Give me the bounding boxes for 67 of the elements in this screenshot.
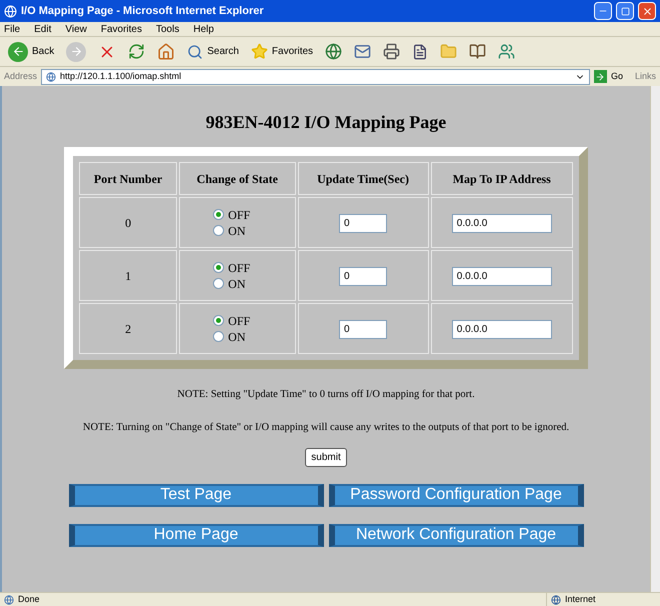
page-icon	[46, 72, 56, 82]
submit-button[interactable]: submit	[305, 448, 347, 466]
table-cell: 1	[79, 250, 178, 301]
scrollbar[interactable]	[650, 86, 660, 592]
page-icon	[4, 4, 17, 18]
refresh-icon[interactable]	[128, 43, 146, 60]
menu-item[interactable]: File	[4, 22, 20, 36]
ip-address-field[interactable]: 0.0.0.0	[452, 266, 552, 286]
note-text: NOTE: Turning on "Change of State" or I/O mapping will cause any writes to the outputs of that port to be ignored.	[82, 420, 570, 435]
menu-item[interactable]: View	[65, 22, 87, 36]
back-button[interactable]: Back	[8, 42, 54, 62]
page-icon	[4, 594, 14, 604]
address-label: Address	[4, 70, 38, 83]
search-icon	[187, 44, 204, 60]
edit-icon[interactable]	[412, 44, 428, 60]
column-header: Change of State	[179, 162, 296, 195]
radio-label: ON	[228, 328, 246, 346]
favorites-button[interactable]: Favorites	[250, 43, 314, 60]
radio-label: OFF	[228, 260, 250, 276]
radio-button[interactable]	[213, 225, 224, 236]
menu-item[interactable]: Favorites	[100, 22, 142, 36]
research-icon[interactable]	[469, 43, 486, 60]
radio-button[interactable]	[213, 315, 224, 326]
go-arrow-icon	[595, 72, 606, 82]
menu-item[interactable]: Edit	[34, 22, 52, 36]
window-title: I/O Mapping Page - Microsoft Internet Explorer	[21, 4, 265, 19]
forward-arrow-icon	[70, 45, 83, 58]
close-icon	[642, 6, 652, 16]
column-header: Map To IP Address	[430, 162, 573, 195]
note-text: NOTE: Setting "Update Time" to 0 turns off I/O mapping for that port.	[177, 388, 475, 402]
go-button[interactable]: Go	[594, 70, 623, 84]
table-cell: 2	[79, 303, 178, 354]
close-button[interactable]	[638, 2, 656, 20]
radio-label: OFF	[228, 312, 250, 330]
menu-item[interactable]: Help	[193, 22, 214, 36]
globe-icon	[551, 594, 561, 604]
radio-label: ON	[228, 222, 246, 240]
radio-button[interactable]	[213, 278, 224, 289]
radio-label: OFF	[228, 206, 250, 224]
status-text: Done	[18, 592, 41, 606]
update-time-field[interactable]: 0	[339, 266, 388, 286]
menu-item[interactable]: Tools	[156, 22, 180, 36]
ip-address-field[interactable]: 0.0.0.0	[452, 320, 552, 338]
back-arrow-icon	[12, 45, 24, 58]
minimize-button[interactable]	[594, 2, 612, 20]
radio-button[interactable]	[213, 209, 224, 220]
print-icon[interactable]	[383, 43, 400, 60]
search-button[interactable]: Search	[187, 44, 239, 60]
star-icon	[250, 43, 268, 60]
zone-indicator: Internet	[546, 592, 656, 606]
table-cell: 0	[79, 197, 178, 248]
ip-address-field[interactable]: 0.0.0.0	[452, 214, 552, 232]
radio-button[interactable]	[213, 262, 224, 273]
column-header: Port Number	[79, 162, 178, 195]
update-time-field[interactable]: 0	[339, 214, 388, 232]
column-header: Update Time(Sec)	[298, 162, 429, 195]
restore-icon	[620, 6, 630, 16]
address-field[interactable]: http://120.1.1.100/iomap.shtml	[41, 68, 590, 84]
update-time-field[interactable]: 0	[339, 320, 388, 338]
links-button[interactable]: Links	[634, 70, 656, 84]
mail-icon[interactable]	[354, 43, 372, 60]
restore-button[interactable]	[616, 2, 634, 20]
messenger-icon[interactable]	[498, 43, 516, 60]
page-heading: 983EN-4012 I/O Mapping Page	[206, 113, 446, 131]
radio-button[interactable]	[213, 331, 224, 342]
home-icon[interactable]	[157, 42, 176, 60]
radio-label: ON	[228, 276, 246, 292]
